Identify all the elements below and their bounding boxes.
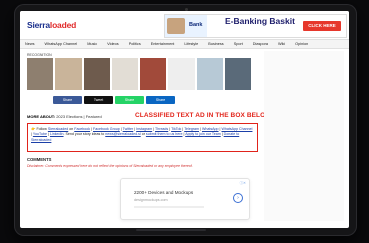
main-nav: News WhatsApp Channel Music Videos Polit… bbox=[20, 39, 349, 49]
follow-link[interactable]: submit them to us here bbox=[146, 132, 183, 136]
article-photo[interactable] bbox=[196, 58, 223, 90]
follow-link[interactable]: LinkedIn bbox=[50, 132, 64, 136]
article-subhead: RECOGNITION bbox=[27, 53, 52, 57]
ad-cta-button[interactable]: CLICK HERE bbox=[303, 21, 341, 31]
article-photo[interactable] bbox=[111, 58, 138, 90]
comments-heading: COMMENTS bbox=[27, 157, 52, 162]
nav-item-whatsapp-channel[interactable]: WhatsApp Channel bbox=[40, 40, 83, 48]
follow-link[interactable]: Facebook Group bbox=[93, 127, 120, 131]
nav-item-diaspora[interactable]: Diaspora bbox=[248, 40, 273, 48]
follow-link[interactable]: Apply to join our Team bbox=[185, 132, 221, 136]
follow-link[interactable]: Instagram bbox=[136, 127, 152, 131]
follow-link[interactable]: Threads bbox=[155, 127, 168, 131]
nav-item-sport[interactable]: Sport bbox=[229, 40, 248, 48]
nav-item-politics[interactable]: Politics bbox=[124, 40, 146, 48]
more-about-tags: MORE ABOUT: 2023 Elections | Featured bbox=[27, 114, 102, 119]
share-buttons: Share Tweet Share Share bbox=[53, 96, 175, 104]
comments-disclaimer: Disclaimer: Comments expressed here do n… bbox=[27, 164, 193, 168]
nav-item-wiki[interactable]: Wiki bbox=[273, 40, 290, 48]
article-photo[interactable] bbox=[224, 58, 251, 90]
follow-link[interactable]: Sierraloaded bbox=[48, 127, 68, 131]
share-button[interactable]: Share bbox=[53, 96, 82, 104]
article-photo[interactable] bbox=[83, 58, 110, 90]
device-home-bar bbox=[136, 229, 206, 231]
follow-link[interactable]: Twitter bbox=[123, 127, 134, 131]
nav-item-business[interactable]: Business bbox=[203, 40, 228, 48]
sidebar-area bbox=[264, 51, 344, 221]
ad-brand-name: Bank bbox=[189, 22, 203, 28]
share-button[interactable]: Tweet bbox=[84, 96, 113, 104]
bottom-ad-title: 2200+ Devices and Mockups bbox=[134, 190, 194, 195]
classified-ad-heading: CLASSIFIED TEXT AD IN THE BOX BELOW 👇 bbox=[135, 111, 282, 119]
nav-item-videos[interactable]: Videos bbox=[102, 40, 124, 48]
article-photo[interactable] bbox=[140, 58, 167, 90]
browser-viewport: Sierraloaded Bank E-Banking Baskit CLICK… bbox=[20, 11, 349, 228]
site-logo[interactable]: Sierraloaded bbox=[27, 20, 76, 30]
share-button[interactable]: Share bbox=[115, 96, 144, 104]
article-photo-strip bbox=[27, 58, 251, 90]
share-button[interactable]: Share bbox=[146, 96, 175, 104]
ad-divider bbox=[134, 206, 204, 208]
follow-link[interactable]: WhatsApp Channel bbox=[221, 127, 252, 131]
follow-link[interactable]: Telegram bbox=[184, 127, 199, 131]
follow-link[interactable]: TikTok bbox=[171, 127, 181, 131]
bottom-native-ad[interactable]: ⓘ✕ 2200+ Devices and Mockups designmocku… bbox=[120, 178, 250, 220]
follow-link[interactable]: YouTube bbox=[33, 132, 47, 136]
site-header: Sierraloaded Bank E-Banking Baskit CLICK… bbox=[20, 11, 349, 38]
nav-item-entertainment[interactable]: Entertainment bbox=[146, 40, 180, 48]
nav-item-news[interactable]: News bbox=[20, 40, 40, 48]
nav-item-music[interactable]: Music bbox=[82, 40, 102, 48]
classified-text-ad-box: 👉 Follow Sierraloaded on Facebook | Face… bbox=[27, 123, 258, 152]
follow-text-fragment: . Send your story ideas to bbox=[63, 132, 106, 137]
follow-link[interactable]: WhatsApp bbox=[202, 127, 219, 131]
article-photo[interactable] bbox=[168, 58, 195, 90]
follow-link[interactable]: news@sierraloaded.sl bbox=[105, 132, 140, 136]
nav-item-opinion[interactable]: Opinion bbox=[290, 40, 313, 48]
nav-item-lifestyle[interactable]: Lifestyle bbox=[179, 40, 203, 48]
bottom-ad-subtitle: designmockups.com bbox=[134, 198, 168, 202]
ad-person-photo bbox=[167, 18, 185, 34]
ad-info-icon[interactable]: ⓘ✕ bbox=[240, 181, 246, 186]
top-banner-ad[interactable]: Bank E-Banking Baskit CLICK HERE bbox=[164, 14, 347, 38]
article-photo[interactable] bbox=[55, 58, 82, 90]
pointing-hand-icon: 👉 bbox=[31, 127, 36, 131]
chevron-right-icon[interactable]: › bbox=[233, 193, 243, 203]
follow-link[interactable]: Facebook bbox=[74, 127, 90, 131]
ad-title: E-Banking Baskit bbox=[225, 16, 295, 26]
follow-text-fragment: Follow bbox=[36, 127, 48, 131]
article-photo[interactable] bbox=[27, 58, 54, 90]
follow-links-text: 👉 Follow Sierraloaded on Facebook | Face… bbox=[31, 127, 254, 143]
